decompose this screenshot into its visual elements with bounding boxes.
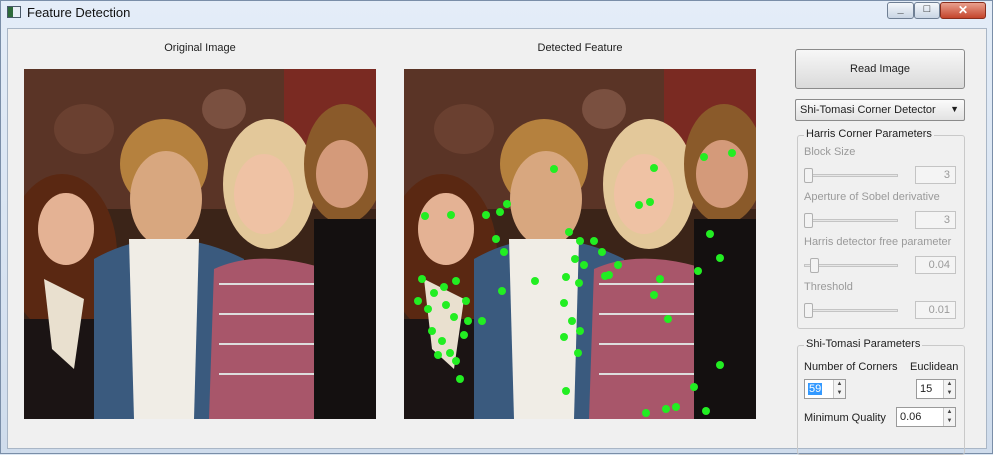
euclidean-label: Euclidean: [910, 361, 959, 373]
number-of-corners-spinbox[interactable]: 59 ▲ ▼: [804, 379, 846, 399]
original-image: [24, 69, 376, 419]
slider-track: [804, 174, 898, 177]
spin-arrows[interactable]: ▲ ▼: [943, 380, 955, 398]
slider-track: [804, 219, 898, 222]
aperture-slider[interactable]: [804, 213, 898, 228]
harris-free-parameter-value: 0.04: [915, 256, 956, 274]
read-image-button[interactable]: Read Image: [795, 49, 965, 89]
window-title: Feature Detection: [27, 5, 131, 20]
minimum-quality-spinbox[interactable]: 0.06 ▲ ▼: [896, 407, 956, 427]
spin-up-icon[interactable]: ▲: [944, 380, 955, 389]
spin-down-icon[interactable]: ▼: [944, 417, 955, 426]
shi-tomasi-parameters-group: Shi-Tomasi Parameters Number of Corners …: [797, 338, 965, 455]
slider-handle[interactable]: [804, 303, 813, 318]
chevron-down-icon: ▼: [950, 104, 959, 114]
aperture-value: 3: [915, 211, 956, 229]
detected-feature-caption: Detected Feature: [537, 42, 623, 54]
harris-free-parameter-slider[interactable]: [804, 258, 898, 273]
detector-select-value: Shi-Tomasi Corner Detector: [800, 104, 936, 116]
number-of-corners-label: Number of Corners: [804, 361, 898, 373]
detected-image: [404, 69, 756, 419]
threshold-value: 0.01: [915, 301, 956, 319]
threshold-slider[interactable]: [804, 303, 898, 318]
title-bar: Feature Detection _ □ ✕: [1, 1, 992, 25]
close-icon: ✕: [957, 3, 969, 17]
minimize-button[interactable]: _: [887, 2, 914, 19]
block-size-value: 3: [915, 166, 956, 184]
euclidean-spinbox[interactable]: 15 ▲ ▼: [916, 379, 956, 399]
block-size-slider[interactable]: [804, 168, 898, 183]
harris-parameters-group: Harris Corner Parameters Block Size 3 Ap…: [797, 128, 965, 329]
spin-arrows[interactable]: ▲ ▼: [943, 408, 955, 426]
euclidean-value: 15: [920, 383, 933, 395]
spin-up-icon[interactable]: ▲: [944, 408, 955, 417]
detector-select[interactable]: Shi-Tomasi Corner Detector ▼: [795, 99, 965, 121]
number-of-corners-value: 59: [808, 383, 823, 395]
spin-up-icon[interactable]: ▲: [834, 380, 845, 389]
minimum-quality-value: 0.06: [900, 411, 922, 423]
spin-arrows[interactable]: ▲ ▼: [833, 380, 845, 398]
app-icon: [7, 6, 21, 18]
shi-tomasi-group-title: Shi-Tomasi Parameters: [804, 338, 923, 350]
maximize-button[interactable]: □: [914, 2, 940, 19]
client-area: Original Image Detected Feature Read Ima…: [7, 28, 987, 455]
close-button[interactable]: ✕: [940, 2, 986, 19]
slider-handle[interactable]: [810, 258, 819, 273]
harris-free-parameter-label: Harris detector free parameter: [804, 236, 952, 248]
minimize-icon: _: [897, 3, 904, 15]
spin-down-icon[interactable]: ▼: [944, 389, 955, 398]
threshold-label: Threshold: [804, 281, 853, 293]
maximize-icon: □: [923, 3, 931, 15]
app-window: Feature Detection _ □ ✕ Original Image D…: [0, 0, 993, 455]
minimum-quality-label: Minimum Quality: [804, 412, 886, 424]
aperture-label: Aperture of Sobel derivative: [804, 191, 940, 203]
block-size-label: Block Size: [804, 146, 856, 158]
harris-group-title: Harris Corner Parameters: [804, 128, 934, 140]
slider-track: [804, 309, 898, 312]
original-image-caption: Original Image: [164, 42, 236, 54]
spin-down-icon[interactable]: ▼: [834, 389, 845, 398]
detected-photo-graphic: [404, 69, 756, 419]
slider-handle[interactable]: [804, 168, 813, 183]
slider-handle[interactable]: [804, 213, 813, 228]
original-photo-graphic: [24, 69, 376, 419]
